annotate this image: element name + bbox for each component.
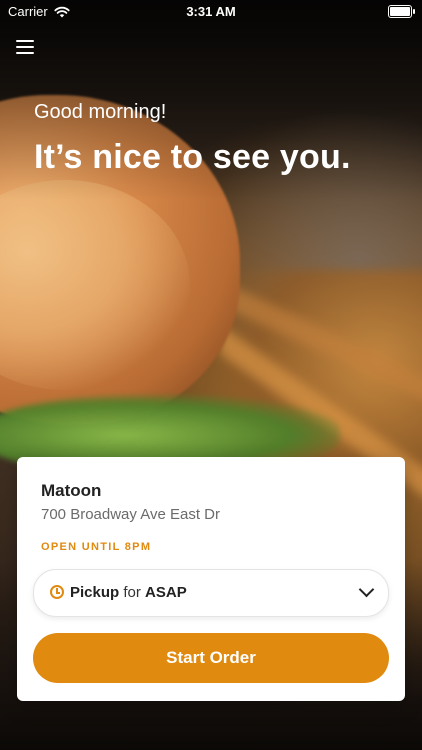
pickup-summary: Pickup for ASAP: [70, 584, 187, 601]
pickup-mode: Pickup: [70, 584, 120, 601]
pickup-time-selector[interactable]: Pickup for ASAP: [33, 569, 389, 617]
menu-bar: [16, 40, 34, 42]
status-time: 3:31 AM: [186, 4, 236, 19]
battery-fill: [390, 7, 410, 16]
menu-bar: [16, 46, 34, 48]
battery-icon: [388, 5, 415, 18]
pickup-time: ASAP: [145, 584, 187, 601]
menu-bar: [16, 52, 34, 54]
greeting-text: Good morning!: [34, 101, 167, 123]
hamburger-menu-icon[interactable]: [16, 40, 34, 56]
store-name: Matoon: [41, 481, 102, 500]
clock-icon: [50, 585, 64, 599]
start-order-button[interactable]: Start Order: [33, 633, 389, 683]
chevron-down-icon: [358, 581, 375, 598]
store-card: Matoon 700 Broadway Ave East Dr OPEN UNT…: [17, 457, 405, 701]
store-address: 700 Broadway Ave East Dr: [41, 506, 220, 523]
status-bar: Carrier 3:31 AM: [0, 0, 422, 22]
welcome-headline: It’s nice to see you.: [34, 138, 351, 176]
store-hours: OPEN UNTIL 8PM: [41, 541, 152, 553]
pickup-connector: for: [123, 584, 141, 601]
